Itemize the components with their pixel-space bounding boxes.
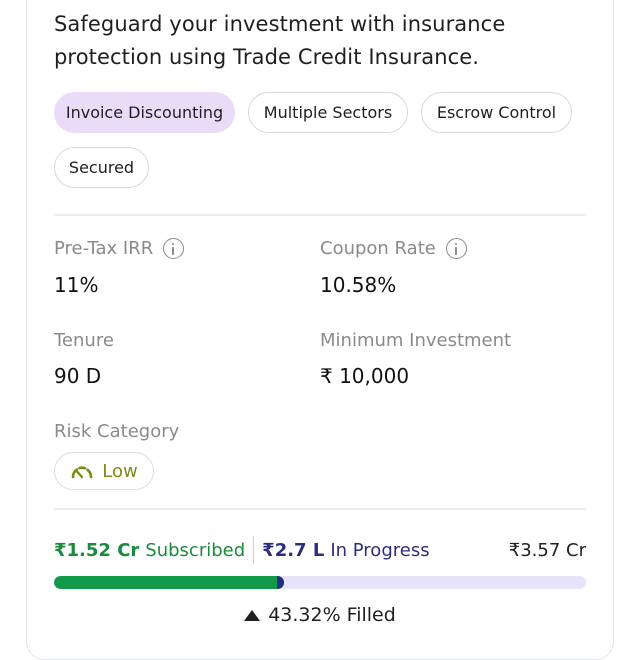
- risk-value: Low: [102, 460, 138, 482]
- tag-escrow-control[interactable]: Escrow Control: [421, 92, 572, 133]
- subscription-progress-bar: [54, 576, 586, 589]
- tenure-value: 90 D: [54, 364, 102, 388]
- subscription-row: ₹1.52 Cr Subscribed ₹2.7 L In Progress ₹…: [54, 536, 586, 564]
- coupon-rate-label: Coupon Rate: [320, 238, 467, 259]
- filled-indicator: 43.32% Filled: [0, 604, 640, 626]
- tag-invoice-discounting[interactable]: Invoice Discounting: [54, 92, 235, 133]
- tenure-label: Tenure: [54, 330, 114, 351]
- deal-description: Safeguard your investment with insurance…: [54, 12, 506, 69]
- tag-multiple-sectors[interactable]: Multiple Sectors: [248, 92, 408, 133]
- min-investment-value: ₹ 10,000: [320, 364, 410, 388]
- info-icon[interactable]: [163, 238, 185, 259]
- divider-top: [54, 214, 586, 216]
- pre-tax-irr-value: 11%: [54, 273, 99, 297]
- subscribed-label: Subscribed: [145, 539, 246, 561]
- info-icon[interactable]: [445, 238, 467, 259]
- gauge-icon: [71, 466, 93, 479]
- total-amount: ₹3.57 Cr: [508, 539, 586, 561]
- coupon-rate-value: 10.58%: [320, 273, 397, 297]
- pre-tax-irr-label: Pre-Tax IRR: [54, 238, 185, 259]
- subscribed-amount: ₹1.52 Cr: [54, 539, 140, 561]
- triangle-up-icon: [244, 609, 261, 621]
- divider-bottom: [54, 508, 586, 510]
- risk-category-label: Risk Category: [54, 421, 180, 442]
- min-investment-label: Minimum Investment: [320, 330, 512, 351]
- in-progress-label: In Progress: [330, 539, 430, 561]
- in-progress-amount: ₹2.7 L: [262, 539, 325, 561]
- separator: [253, 536, 255, 564]
- progress-fill: [54, 576, 285, 589]
- tag-secured[interactable]: Secured: [54, 147, 149, 188]
- filled-text: 43.32% Filled: [268, 604, 396, 626]
- risk-badge: Low: [54, 452, 154, 490]
